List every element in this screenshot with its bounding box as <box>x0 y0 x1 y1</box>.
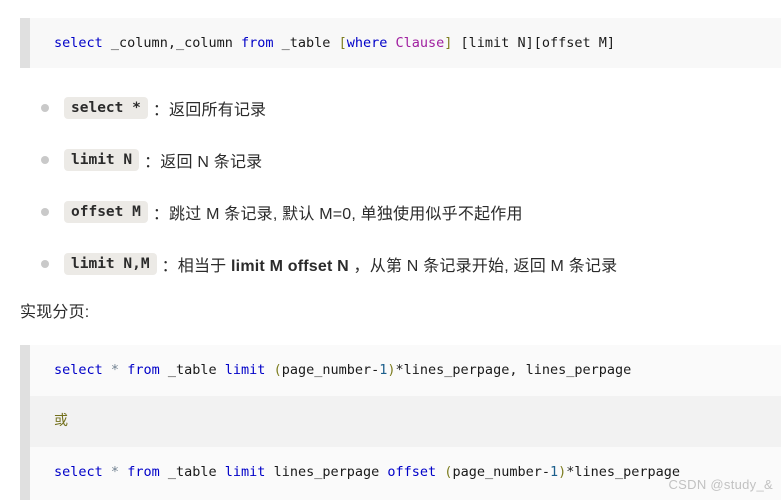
code-token: _table <box>167 362 217 378</box>
code-token: select <box>54 35 103 51</box>
code-line[interactable]: 或 <box>30 396 781 447</box>
code-token: where <box>346 35 388 51</box>
code-token: select <box>54 362 103 378</box>
code-body: select _column,_column from _table [wher… <box>30 18 781 68</box>
list-item: limit N ：返回 N 条记录 <box>0 134 781 186</box>
code-token: select <box>54 464 103 480</box>
code-token: Clause <box>395 35 445 51</box>
code-gutter <box>20 18 30 68</box>
code-token: from <box>240 35 274 51</box>
inline-code-chip: select * <box>64 97 148 119</box>
list-item-label-post: ，从第 N 条记录开始, 返回 M 条记录 <box>348 258 618 275</box>
list-item-label: ：跳过 M 条记录, 默认 M=0, 单独使用似乎不起作用 <box>152 206 523 223</box>
code-line[interactable]: select * from _table limit (page_number-… <box>30 345 781 396</box>
code-token: 或 <box>54 413 68 429</box>
list-item-label: ：返回 N 条记录 <box>144 154 263 171</box>
code-line[interactable]: select _column,_column from _table [wher… <box>30 18 781 68</box>
code-token: from <box>127 362 160 378</box>
code-token: - <box>541 464 550 480</box>
code-line[interactable]: select * from _table limit lines_perpage… <box>30 447 781 498</box>
code-token: page_number <box>452 464 542 480</box>
code-token: offset <box>387 464 437 480</box>
list-item-label: ：返回所有记录 <box>152 102 267 119</box>
list-item: offset M ：跳过 M 条记录, 默认 M=0, 单独使用似乎不起作用 <box>0 186 781 238</box>
code-token: limit <box>224 464 266 480</box>
inline-code-chip: offset M <box>64 201 148 223</box>
list-item: limit N,M ：相当于 limit M offset N ，从第 N 条记… <box>0 238 781 290</box>
code-token: 1 <box>549 464 559 480</box>
sql-syntax-code-block: select _column,_column from _table [wher… <box>20 18 781 68</box>
bullet-dot-icon <box>41 208 49 216</box>
list-item-label-emphasis: limit M offset N <box>231 258 349 275</box>
inline-code-chip: limit N,M <box>64 253 157 275</box>
list-item-label: ：相当于 limit M offset N ，从第 N 条记录开始, 返回 M … <box>162 252 618 276</box>
code-token: lines_perpage <box>273 464 380 480</box>
code-token: from <box>127 464 160 480</box>
code-token: [ <box>338 35 347 51</box>
code-token: ) <box>387 362 396 378</box>
code-token: _table <box>167 464 217 480</box>
section-heading: 实现分页: <box>20 304 90 321</box>
pagination-code-block: select * from _table limit (page_number-… <box>20 345 781 500</box>
code-token: *lines_perpage <box>566 464 681 480</box>
list-item: select * ：返回所有记录 <box>0 82 781 134</box>
code-token: [limit N][offset M] <box>460 35 615 51</box>
code-token: * <box>110 362 120 378</box>
code-gutter <box>20 345 30 500</box>
bullet-dot-icon <box>41 104 49 112</box>
inline-code-chip: limit N <box>64 149 140 171</box>
list-item-label-pre: ：相当于 <box>161 258 232 275</box>
code-token: * <box>110 464 120 480</box>
code-body: select * from _table limit (page_number-… <box>30 345 781 500</box>
code-token: *lines_perpage, lines_perpage <box>395 362 632 378</box>
code-token: _table <box>281 35 331 51</box>
feature-bullet-list: select * ：返回所有记录 limit N ：返回 N 条记录 offse… <box>0 82 781 290</box>
code-token: _column,_column <box>110 35 233 51</box>
code-token: limit <box>224 362 266 378</box>
bullet-dot-icon <box>41 260 49 268</box>
bullet-dot-icon <box>41 156 49 164</box>
code-token: page_number <box>281 362 372 378</box>
code-token: ( <box>273 362 282 378</box>
